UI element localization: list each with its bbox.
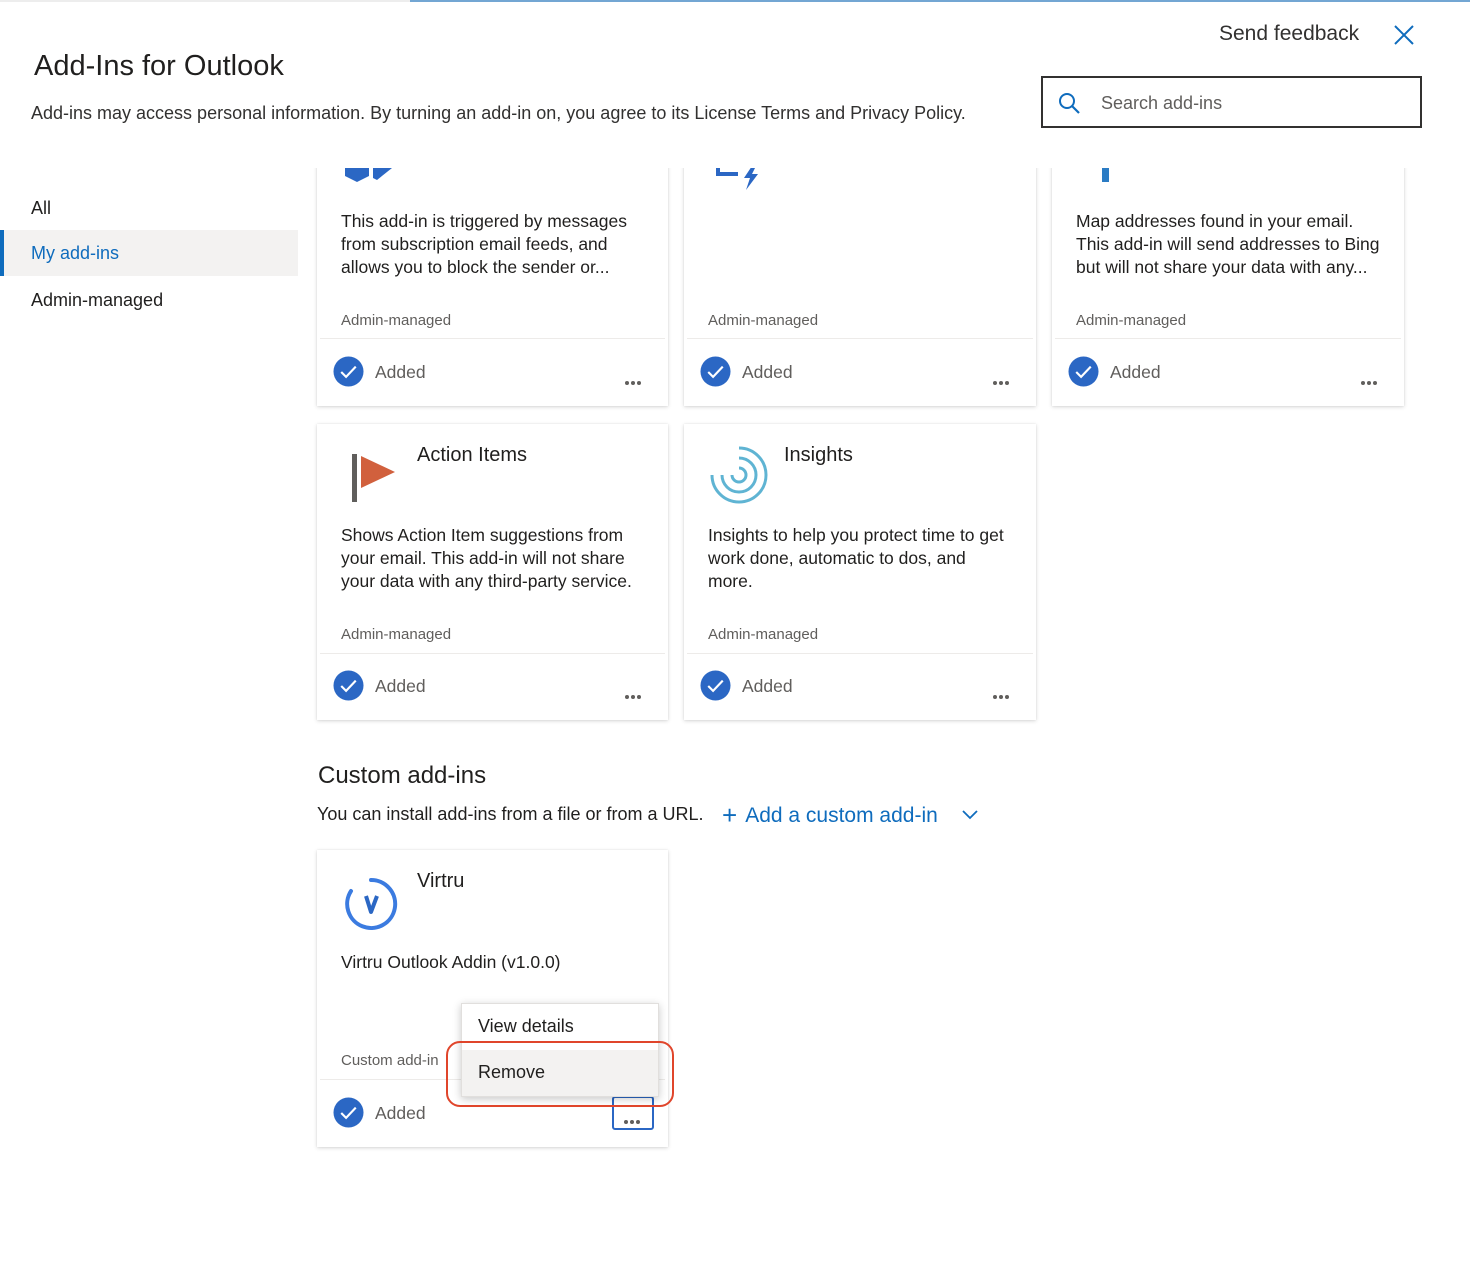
addin-badge: Admin-managed [341, 312, 452, 329]
addin-name: Insights [784, 444, 853, 466]
addin-badge: Admin-managed [708, 626, 819, 643]
cards-viewport: This add-in is triggered by messages fro… [300, 168, 1430, 728]
bing-maps-icon [1102, 168, 1109, 182]
sidebar-item-admin-managed[interactable]: Admin-managed [0, 277, 298, 323]
more-icon [625, 686, 643, 704]
close-icon[interactable] [1390, 21, 1418, 49]
addin-description: Virtru Outlook Addin (v1.0.0) [341, 952, 561, 972]
more-icon [624, 1111, 642, 1129]
addin-card: This add-in is triggered by messages fro… [317, 168, 668, 406]
check-circle-icon [333, 1097, 364, 1128]
addin-status: Added [375, 1103, 426, 1123]
more-options-button[interactable] [613, 358, 653, 390]
addin-description: This add-in is triggered by messages fro… [341, 211, 627, 277]
addin-description: Shows Action Item suggestions from your … [341, 525, 632, 591]
addin-badge: Admin-managed [1076, 312, 1187, 329]
addin-badge: Custom add-in [341, 1052, 439, 1069]
sidebar-item-all[interactable]: All [0, 185, 298, 231]
virtru-icon [345, 877, 398, 930]
chevron-down-icon [962, 810, 978, 820]
addin-status: Added [1110, 362, 1161, 382]
addin-status: Added [742, 676, 793, 696]
check-circle-icon [333, 670, 364, 701]
context-menu: View details Remove [461, 1003, 659, 1097]
card-divider [687, 653, 1033, 654]
addin-card: Admin-managed Added [684, 168, 1036, 406]
insights-icon [710, 446, 768, 504]
add-custom-addin-button[interactable]: + Add a custom add-in [722, 800, 978, 830]
check-circle-icon [333, 356, 364, 387]
addin-status: Added [375, 676, 426, 696]
custom-addin-card: Virtru Virtru Outlook Addin (v1.0.0) Cus… [317, 850, 668, 1147]
report-message-icon [345, 168, 392, 182]
more-icon [993, 372, 1011, 390]
search-icon [1059, 93, 1080, 114]
more-options-button[interactable] [612, 1096, 654, 1130]
menu-item-remove[interactable]: Remove [462, 1050, 658, 1096]
addin-description: Map addresses found in your email. This … [1076, 211, 1380, 277]
more-options-button[interactable] [981, 672, 1021, 704]
plus-icon: + [722, 800, 738, 830]
more-icon [1361, 372, 1379, 390]
addin-description: Insights to help you protect time to get… [708, 525, 1004, 591]
addin-badge: Admin-managed [341, 626, 452, 643]
custom-addins-heading: Custom add-ins [318, 762, 487, 789]
more-options-button[interactable] [981, 358, 1021, 390]
more-icon [625, 372, 643, 390]
check-circle-icon [1068, 356, 1099, 387]
more-icon [993, 686, 1011, 704]
search-box[interactable] [1041, 76, 1422, 128]
card-divider [320, 338, 665, 339]
card-divider [320, 653, 665, 654]
addin-name: Virtru [417, 870, 465, 892]
more-options-button[interactable] [1349, 358, 1389, 390]
menu-item-view-details[interactable]: View details [462, 1004, 658, 1050]
addin-card: Action Items Shows Action Item suggestio… [317, 424, 668, 720]
addin-name: Action Items [417, 444, 528, 466]
send-feedback-link[interactable]: Send feedback [1219, 22, 1359, 46]
addin-card: Insights Insights to help you protect ti… [684, 424, 1036, 720]
power-automate-icon [716, 168, 758, 190]
flag-icon [352, 454, 395, 502]
dialog-title: Add-Ins for Outlook [34, 50, 284, 82]
card-divider [1055, 338, 1401, 339]
more-options-button[interactable] [613, 672, 653, 704]
addin-status: Added [375, 362, 426, 382]
addin-card: Map addresses found in your email. This … [1052, 168, 1404, 406]
sidebar-item-my-add-ins[interactable]: My add-ins [0, 230, 298, 276]
dialog-subtitle: Add-ins may access personal information.… [31, 103, 966, 123]
check-circle-icon [700, 670, 731, 701]
card-divider [687, 338, 1033, 339]
addin-status: Added [742, 362, 793, 382]
check-circle-icon [700, 356, 731, 387]
addin-badge: Admin-managed [708, 312, 819, 329]
top-border-accent [410, 0, 1470, 2]
custom-addins-description: You can install add-ins from a file or f… [317, 804, 704, 824]
search-input[interactable] [1099, 86, 1403, 120]
add-custom-addin-label: Add a custom add-in [745, 804, 938, 827]
